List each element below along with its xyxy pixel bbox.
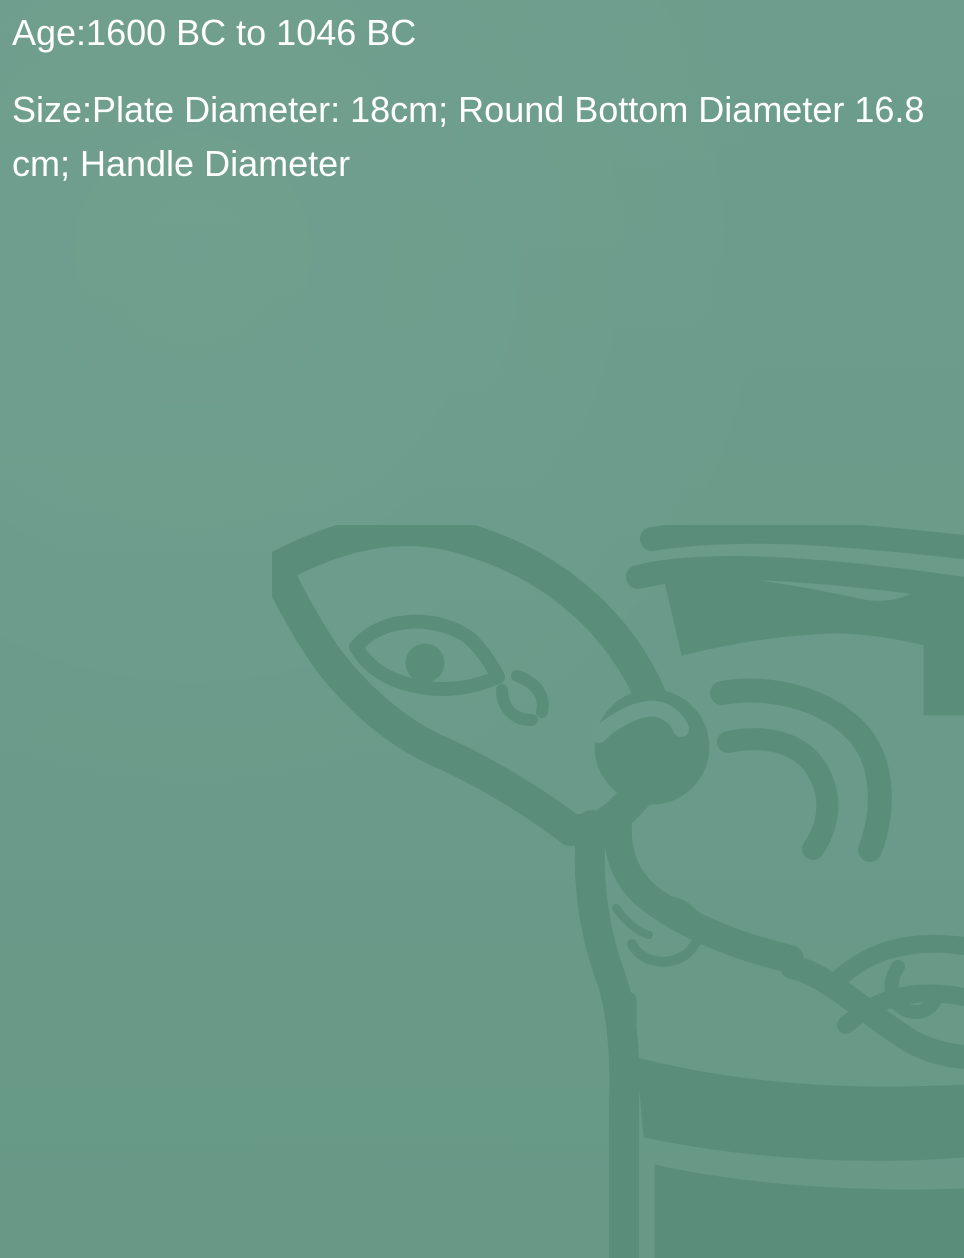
artifact-detail-screen: Age:1600 BC to 1046 BC Size:Plate Diamet…	[0, 0, 964, 1258]
artifact-info-panel: Age:1600 BC to 1046 BC Size:Plate Diamet…	[12, 6, 942, 192]
bronze-mask-motif-icon	[272, 525, 964, 1258]
size-text: Size:Plate Diameter: 18cm; Round Bottom …	[12, 88, 925, 185]
age-text: Age:1600 BC to 1046 BC	[12, 12, 417, 53]
